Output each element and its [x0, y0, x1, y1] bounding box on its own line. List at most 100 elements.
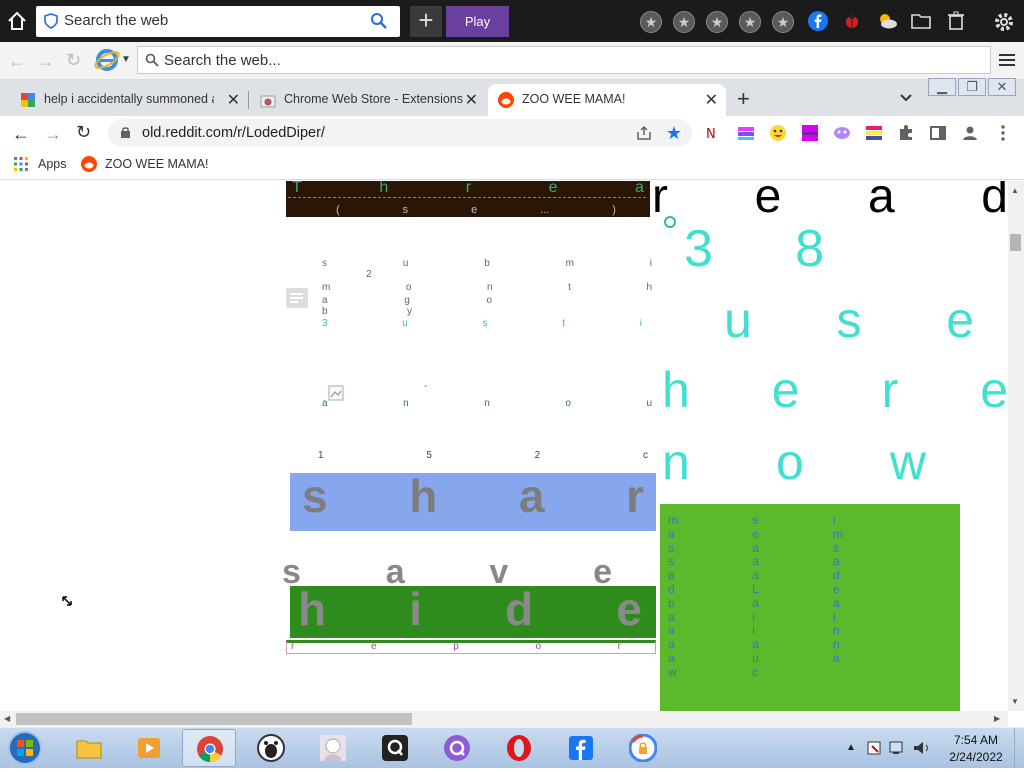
share-icon[interactable] — [636, 125, 652, 141]
close-icon[interactable]: ✕ — [705, 90, 718, 110]
back-arrow-icon[interactable]: ← — [12, 124, 30, 145]
reload-icon[interactable]: ↻ — [76, 122, 91, 143]
search-icon[interactable] — [370, 12, 388, 30]
taskbar-app-opera[interactable] — [492, 729, 546, 767]
star-icon[interactable]: ★ — [739, 11, 761, 33]
side-panel-icon[interactable] — [929, 124, 947, 142]
taskbar-app-chrome[interactable] — [182, 729, 236, 767]
bookmark-apps[interactable]: Apps — [38, 157, 67, 171]
ago-text: ago — [322, 295, 492, 306]
tray-expand-icon[interactable]: ▲ — [846, 742, 856, 753]
star-icon[interactable]: ★ — [673, 11, 695, 33]
forward-arrow-icon[interactable]: → — [36, 51, 56, 71]
bookmark-star-icon[interactable]: ★ — [666, 123, 682, 144]
share-button[interactable]: shar — [290, 470, 656, 531]
media-player-icon — [135, 734, 163, 762]
weather-icon[interactable] — [875, 10, 897, 32]
add-button[interactable]: + — [410, 6, 442, 37]
report-label: repor — [291, 641, 621, 652]
vertical-scrollbar[interactable] — [1008, 181, 1024, 711]
windows-start-icon[interactable] — [4, 729, 46, 767]
tab-zoo-wee-mama[interactable]: ZOO WEE MAMA! ✕ — [488, 84, 726, 116]
play-button[interactable]: Play — [446, 6, 509, 37]
address-bar[interactable]: old.reddit.com/r/LodedDiper/ ★ — [108, 119, 692, 147]
chevron-down-icon[interactable]: ▼ — [121, 54, 131, 65]
minimize-icon[interactable]: ▁ — [928, 78, 956, 96]
star-icon[interactable]: ★ — [772, 11, 794, 33]
back-arrow-icon[interactable]: ← — [8, 51, 28, 71]
bookmark-zoo-wee-mama[interactable]: ZOO WEE MAMA! — [105, 157, 208, 171]
page-content: Threa (s e...) read 38 use here now massa… — [0, 181, 1008, 711]
extension-red-icon[interactable]: N — [705, 124, 723, 142]
taskbar-app-q[interactable] — [368, 729, 422, 767]
home-icon[interactable] — [6, 10, 30, 32]
mouse-cursor-icon — [62, 593, 72, 606]
read-heading: read — [652, 181, 1008, 223]
refresh-icon[interactable]: ↻ — [66, 50, 86, 70]
svg-text:N: N — [706, 127, 716, 142]
screaming-face-icon — [257, 734, 285, 762]
author-link[interactable]: 3usti — [322, 318, 642, 329]
taskbar-app-anime[interactable] — [306, 729, 360, 767]
facebook-icon[interactable] — [807, 10, 829, 32]
taskbar-app-q-circle[interactable] — [430, 729, 484, 767]
reddit-icon — [81, 156, 97, 172]
star-icon[interactable]: ★ — [640, 11, 662, 33]
chevron-down-icon[interactable] — [898, 89, 914, 105]
profile-icon[interactable] — [961, 124, 979, 142]
folder-icon[interactable] — [910, 10, 932, 32]
scroll-up-icon[interactable]: ▲ — [1011, 186, 1019, 195]
top-search-box[interactable]: Search the web — [36, 6, 400, 37]
close-window-icon[interactable]: ✕ — [988, 78, 1016, 96]
extension-rainbow-icon[interactable] — [737, 124, 755, 142]
facebook-icon — [567, 734, 595, 762]
anime-character-icon — [319, 734, 347, 762]
report-button[interactable]: repor — [286, 640, 656, 654]
close-icon[interactable]: ✕ — [465, 90, 478, 110]
extension-magenta-icon[interactable] — [801, 124, 819, 142]
clock-time[interactable]: 7:54 AM — [946, 733, 1006, 747]
lock-icon[interactable] — [120, 126, 131, 139]
ladybug-icon[interactable] — [841, 10, 863, 32]
sidebar-text-column: massadbaaaaw — [668, 513, 678, 679]
apps-grid-icon[interactable] — [14, 157, 28, 171]
scroll-down-icon[interactable]: ▼ — [1011, 697, 1019, 706]
taskbar-app-screaming[interactable] — [244, 729, 298, 767]
tab-help[interactable]: help i accidentally summoned a ✕ — [10, 84, 248, 116]
restore-icon[interactable]: ❐ — [958, 78, 986, 96]
legacy-search-box[interactable]: Search the web... — [137, 46, 991, 74]
scroll-left-icon[interactable]: ◀ — [4, 714, 10, 723]
gear-icon[interactable] — [992, 10, 1014, 32]
new-tab-button[interactable]: + — [737, 86, 750, 112]
extension-purple-icon[interactable] — [833, 124, 851, 142]
horizontal-scroll-thumb[interactable] — [16, 713, 412, 725]
forward-arrow-icon[interactable]: → — [44, 124, 62, 145]
taskbar-app-explorer[interactable] — [62, 729, 116, 767]
extension-stripes-icon[interactable] — [865, 124, 883, 142]
emoji-extension-icon[interactable] — [769, 124, 787, 142]
taskbar-app-lock-browser[interactable] — [616, 729, 670, 767]
kebab-menu-icon[interactable] — [994, 124, 1012, 142]
taskbar-app-facebook[interactable] — [554, 729, 608, 767]
users-online-count: 38 — [684, 220, 824, 278]
show-desktop-button[interactable] — [1014, 728, 1024, 768]
internet-explorer-icon[interactable] — [94, 47, 120, 73]
legacy-search-input[interactable]: Search the web... — [164, 52, 281, 69]
tab-web-store[interactable]: Chrome Web Store - Extensions ✕ — [250, 84, 486, 116]
hide-button[interactable]: hide — [290, 583, 656, 638]
comment-count[interactable]: 152c — [318, 450, 648, 461]
star-icon[interactable]: ★ — [706, 11, 728, 33]
text-post-icon[interactable] — [286, 288, 308, 308]
puzzle-icon[interactable] — [897, 124, 915, 142]
clock-date[interactable]: 2/24/2022 — [946, 750, 1006, 764]
top-search-input[interactable]: Search the web — [64, 12, 168, 29]
sidebar-text-column: imsadeainna — [833, 513, 843, 665]
taskbar-app-media[interactable] — [122, 729, 176, 767]
hamburger-menu-icon[interactable] — [999, 53, 1015, 67]
scroll-right-icon[interactable]: ▶ — [994, 714, 1000, 723]
vertical-scroll-thumb[interactable] — [1010, 234, 1021, 251]
thread-title[interactable]: Threa — [286, 181, 650, 197]
url-text[interactable]: old.reddit.com/r/LodedDiper/ — [142, 125, 325, 141]
trash-icon[interactable] — [945, 10, 967, 32]
close-icon[interactable]: ✕ — [227, 90, 240, 110]
